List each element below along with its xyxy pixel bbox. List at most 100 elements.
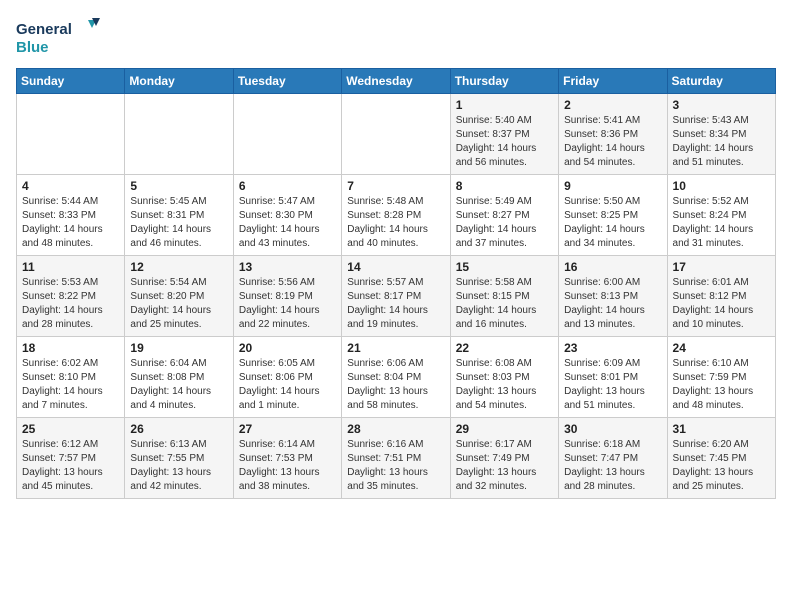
calendar-cell: 9 Sunrise: 5:50 AMSunset: 8:25 PMDaylight… [559,175,667,256]
cell-details: Sunrise: 6:10 AMSunset: 7:59 PMDaylight:… [673,358,754,411]
cell-details: Sunrise: 5:56 AMSunset: 8:19 PMDaylight:… [239,277,320,330]
day-number: 19 [130,341,227,355]
cell-details: Sunrise: 6:20 AMSunset: 7:45 PMDaylight:… [673,439,754,492]
day-number: 28 [347,422,444,436]
day-number: 8 [456,179,553,193]
day-number: 1 [456,98,553,112]
cell-details: Sunrise: 6:16 AMSunset: 7:51 PMDaylight:… [347,439,428,492]
cell-details: Sunrise: 6:17 AMSunset: 7:49 PMDaylight:… [456,439,537,492]
day-number: 5 [130,179,227,193]
day-number: 16 [564,260,661,274]
day-number: 18 [22,341,119,355]
day-number: 13 [239,260,336,274]
weekday-header-friday: Friday [559,69,667,94]
calendar-cell: 4 Sunrise: 5:44 AMSunset: 8:33 PMDaylight… [17,175,125,256]
calendar-cell: 16 Sunrise: 6:00 AMSunset: 8:13 PMDayligh… [559,256,667,337]
day-number: 31 [673,422,770,436]
day-number: 3 [673,98,770,112]
calendar-cell: 19 Sunrise: 6:04 AMSunset: 8:08 PMDayligh… [125,337,233,418]
day-number: 27 [239,422,336,436]
weekday-header-monday: Monday [125,69,233,94]
cell-details: Sunrise: 5:48 AMSunset: 8:28 PMDaylight:… [347,196,428,249]
day-number: 2 [564,98,661,112]
day-number: 17 [673,260,770,274]
page-header: General Blue [16,16,776,58]
cell-details: Sunrise: 5:52 AMSunset: 8:24 PMDaylight:… [673,196,754,249]
calendar-cell: 6Sunrise: 5:47 AMSunset: 8:30 PMDaylight… [233,175,341,256]
cell-details: Sunrise: 5:43 AMSunset: 8:34 PMDaylight:… [673,115,754,168]
day-number: 30 [564,422,661,436]
logo-svg: General Blue [16,16,106,58]
cell-details: Sunrise: 6:04 AMSunset: 8:08 PMDaylight:… [130,358,211,411]
cell-details: Sunrise: 6:06 AMSunset: 8:04 PMDaylight:… [347,358,428,411]
calendar-table: SundayMondayTuesdayWednesdayThursdayFrid… [16,68,776,499]
cell-details: Sunrise: 6:01 AMSunset: 8:12 PMDaylight:… [673,277,754,330]
cell-details: Sunrise: 5:45 AMSunset: 8:31 PMDaylight:… [130,196,211,249]
cell-details: Sunrise: 5:41 AMSunset: 8:36 PMDaylight:… [564,115,645,168]
calendar-cell: 29 Sunrise: 6:17 AMSunset: 7:49 PMDayligh… [450,418,558,499]
day-number: 9 [564,179,661,193]
day-number: 25 [22,422,119,436]
cell-details: Sunrise: 6:08 AMSunset: 8:03 PMDaylight:… [456,358,537,411]
calendar-cell: 13 Sunrise: 5:56 AMSunset: 8:19 PMDayligh… [233,256,341,337]
calendar-cell: 21 Sunrise: 6:06 AMSunset: 8:04 PMDayligh… [342,337,450,418]
calendar-cell: 12Sunrise: 5:54 AMSunset: 8:20 PMDayligh… [125,256,233,337]
cell-details: Sunrise: 6:00 AMSunset: 8:13 PMDaylight:… [564,277,645,330]
day-number: 26 [130,422,227,436]
cell-details: Sunrise: 6:14 AMSunset: 7:53 PMDaylight:… [239,439,320,492]
logo: General Blue [16,16,106,58]
calendar-cell: 15 Sunrise: 5:58 AMSunset: 8:15 PMDayligh… [450,256,558,337]
calendar-cell [233,94,341,175]
calendar-cell: 22 Sunrise: 6:08 AMSunset: 8:03 PMDayligh… [450,337,558,418]
calendar-cell: 24 Sunrise: 6:10 AMSunset: 7:59 PMDayligh… [667,337,775,418]
calendar-cell: 28 Sunrise: 6:16 AMSunset: 7:51 PMDayligh… [342,418,450,499]
calendar-cell: 7Sunrise: 5:48 AMSunset: 8:28 PMDaylight… [342,175,450,256]
cell-details: Sunrise: 5:47 AMSunset: 8:30 PMDaylight:… [239,196,320,249]
cell-details: Sunrise: 6:12 AMSunset: 7:57 PMDaylight:… [22,439,103,492]
cell-details: Sunrise: 6:13 AMSunset: 7:55 PMDaylight:… [130,439,211,492]
calendar-cell: 27 Sunrise: 6:14 AMSunset: 7:53 PMDayligh… [233,418,341,499]
cell-details: Sunrise: 5:44 AMSunset: 8:33 PMDaylight:… [22,196,103,249]
calendar-cell: 30 Sunrise: 6:18 AMSunset: 7:47 PMDayligh… [559,418,667,499]
cell-details: Sunrise: 5:49 AMSunset: 8:27 PMDaylight:… [456,196,537,249]
calendar-cell: 25 Sunrise: 6:12 AMSunset: 7:57 PMDayligh… [17,418,125,499]
day-number: 22 [456,341,553,355]
cell-details: Sunrise: 6:02 AMSunset: 8:10 PMDaylight:… [22,358,103,411]
calendar-cell: 2 Sunrise: 5:41 AMSunset: 8:36 PMDaylight… [559,94,667,175]
calendar-cell: 8 Sunrise: 5:49 AMSunset: 8:27 PMDaylight… [450,175,558,256]
calendar-cell: 20Sunrise: 6:05 AMSunset: 8:06 PMDayligh… [233,337,341,418]
cell-details: Sunrise: 6:09 AMSunset: 8:01 PMDaylight:… [564,358,645,411]
day-number: 4 [22,179,119,193]
calendar-cell [342,94,450,175]
day-number: 15 [456,260,553,274]
calendar-cell [17,94,125,175]
calendar-cell: 14Sunrise: 5:57 AMSunset: 8:17 PMDayligh… [342,256,450,337]
calendar-cell: 23 Sunrise: 6:09 AMSunset: 8:01 PMDayligh… [559,337,667,418]
day-number: 21 [347,341,444,355]
cell-details: Sunrise: 5:53 AMSunset: 8:22 PMDaylight:… [22,277,103,330]
calendar-cell [125,94,233,175]
svg-text:Blue: Blue [16,39,49,56]
cell-details: Sunrise: 5:50 AMSunset: 8:25 PMDaylight:… [564,196,645,249]
cell-details: Sunrise: 5:58 AMSunset: 8:15 PMDaylight:… [456,277,537,330]
weekday-header-sunday: Sunday [17,69,125,94]
day-number: 24 [673,341,770,355]
cell-details: Sunrise: 5:40 AMSunset: 8:37 PMDaylight:… [456,115,537,168]
calendar-cell: 26 Sunrise: 6:13 AMSunset: 7:55 PMDayligh… [125,418,233,499]
calendar-cell: 10Sunrise: 5:52 AMSunset: 8:24 PMDayligh… [667,175,775,256]
calendar-cell: 17 Sunrise: 6:01 AMSunset: 8:12 PMDayligh… [667,256,775,337]
day-number: 29 [456,422,553,436]
weekday-header-saturday: Saturday [667,69,775,94]
svg-text:General: General [16,21,72,38]
cell-details: Sunrise: 5:54 AMSunset: 8:20 PMDaylight:… [130,277,211,330]
day-number: 20 [239,341,336,355]
calendar-cell: 11Sunrise: 5:53 AMSunset: 8:22 PMDayligh… [17,256,125,337]
day-number: 23 [564,341,661,355]
calendar-cell: 5 Sunrise: 5:45 AMSunset: 8:31 PMDaylight… [125,175,233,256]
weekday-header-thursday: Thursday [450,69,558,94]
day-number: 14 [347,260,444,274]
weekday-header-tuesday: Tuesday [233,69,341,94]
calendar-cell: 3 Sunrise: 5:43 AMSunset: 8:34 PMDaylight… [667,94,775,175]
cell-details: Sunrise: 6:18 AMSunset: 7:47 PMDaylight:… [564,439,645,492]
calendar-cell: 18 Sunrise: 6:02 AMSunset: 8:10 PMDayligh… [17,337,125,418]
